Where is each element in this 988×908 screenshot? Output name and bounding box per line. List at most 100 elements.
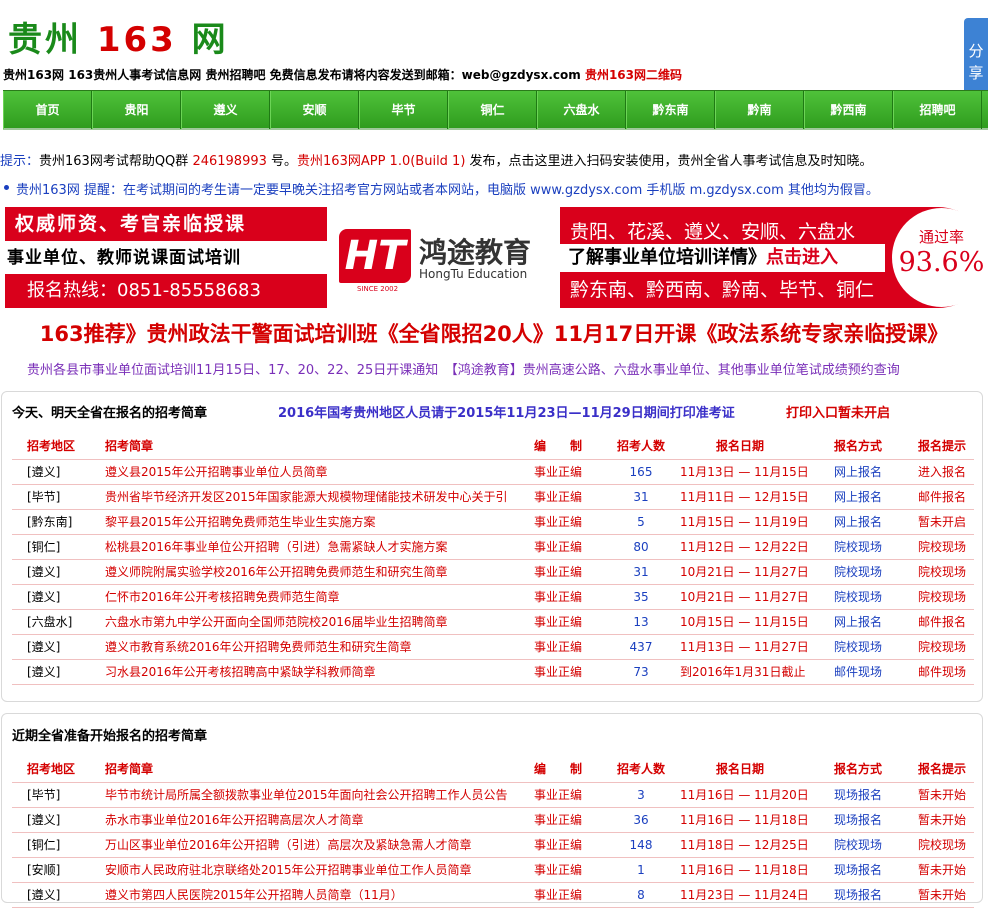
nav-item-zhaopinba[interactable]: 招聘吧 <box>893 91 982 129</box>
row-count: 13 <box>633 615 649 629</box>
row-title-link[interactable]: 安顺市人民政府驻北京联络处2015年公开招聘事业单位工作人员简章 <box>105 858 510 883</box>
tip-line: 提示：贵州163网考试帮助QQ群 246198993 号。贵州163网APP 1… <box>0 150 873 169</box>
row-date: 10月15日 — 11月15日 <box>680 615 809 629</box>
app-link[interactable]: 贵州163网APP 1.0(Build 1) <box>297 154 465 169</box>
row-tip-link[interactable]: 暂未开始 <box>918 783 966 808</box>
row-title-link[interactable]: 万山区事业单位2016年公开招聘（引进）高层次及紧缺急需人才简章 <box>105 833 510 858</box>
row-count: 165 <box>629 465 653 479</box>
qq-group-number[interactable]: 246198993 <box>192 154 266 169</box>
banner-right-line1: 贵阳、花溪、遵义、安顺、六盘水 <box>570 221 856 243</box>
row-count: 5 <box>637 515 645 529</box>
col-tip: 报名提示 <box>918 439 967 453</box>
subline-text: 贵州163网 163贵州人事考试信息网 贵州招聘吧 免费信息发布请将内容发送到邮… <box>3 68 581 82</box>
row-title-link[interactable]: 仁怀市2016年公开考核招聘免费师范生简章 <box>105 585 510 610</box>
row-title-link[interactable]: 贵州省毕节经济开发区2015年国家能源大规模物理储能技术研发中心关于引 <box>105 485 510 510</box>
row-title-link[interactable]: 遵义市第四人民医院2015年公开招聘人员简章（11月） <box>105 883 510 908</box>
brand-name-cn: 鸿途教育 <box>419 236 532 269</box>
col-num: 招考人数 <box>616 762 665 776</box>
banner-enter-link[interactable]: 点击进入 <box>766 247 838 268</box>
row-tip-link[interactable]: 院校现场 <box>918 833 966 858</box>
logo-number: 163 <box>96 20 177 60</box>
row-count: 31 <box>633 565 649 579</box>
nav-item-anshun[interactable]: 安顺 <box>270 91 359 129</box>
row-tip-link[interactable]: 院校现场 <box>918 535 966 560</box>
row-title-link[interactable]: 松桃县2016年事业单位公开招聘（引进）急需紧缺人才实施方案 <box>105 535 510 560</box>
row-type: 事业正编 <box>534 465 583 479</box>
row-tip-link[interactable]: 院校现场 <box>918 560 966 585</box>
nav-item-qianxinan[interactable]: 黔西南 <box>804 91 893 129</box>
row-method: 网上报名 <box>834 615 883 629</box>
table-row: [毕节] 毕节市统计局所属全额拨款事业单位2015年面向社会公开招聘工作人员公告 事… <box>12 783 974 808</box>
row-tip-link[interactable]: 暂未开始 <box>918 883 966 908</box>
brand-since: SINCE 2002 <box>357 285 399 293</box>
row-tip-link[interactable]: 邮件报名 <box>918 485 966 510</box>
row-area: [铜仁] <box>27 838 61 852</box>
row-tip-link[interactable]: 暂未开始 <box>918 808 966 833</box>
row-tip-link[interactable]: 暂未开始 <box>918 858 966 883</box>
qrcode-link[interactable]: 贵州163网二维码 <box>585 68 682 82</box>
banner-left: 权威师资、考官亲临授课 事业单位、教师说课面试培训 报名热线：0851-8555… <box>5 207 327 308</box>
table-row: [遵义] 习水县2016年公开考核招聘高中紧缺学科教师简章 事业正编 73 到2016年… <box>12 660 974 685</box>
row-method: 网上报名 <box>834 515 883 529</box>
row-title-link[interactable]: 毕节市统计局所属全额拨款事业单位2015年面向社会公开招聘工作人员公告 <box>105 783 510 808</box>
logo-tail: 网 <box>191 20 229 60</box>
nav-item-qiannan[interactable]: 黔南 <box>715 91 804 129</box>
row-tip-link[interactable]: 进入报名 <box>918 460 966 485</box>
row-title-link[interactable]: 遵义县2015年公开招聘事业单位人员简章 <box>105 460 510 485</box>
site-subline: 贵州163网 163贵州人事考试信息网 贵州招聘吧 免费信息发布请将内容发送到邮… <box>3 66 682 83</box>
col-num: 招考人数 <box>616 439 665 453</box>
col-title: 招考简章 <box>105 439 154 453</box>
nav-item-liupanshui[interactable]: 六盘水 <box>537 91 626 129</box>
row-area: [遵义] <box>27 665 61 679</box>
row-method: 院校现场 <box>834 838 883 852</box>
table-row: [毕节] 贵州省毕节经济开发区2015年国家能源大规模物理储能技术研发中心关于引 事… <box>12 485 974 510</box>
row-title-link[interactable]: 六盘水市第九中学公开面向全国师范院校2016届毕业生招聘简章 <box>105 610 510 635</box>
site-logo[interactable]: 贵州 163 网 <box>8 12 229 61</box>
row-tip-link[interactable]: 院校现场 <box>918 585 966 610</box>
row-tip-link[interactable]: 邮件报名 <box>918 610 966 635</box>
banner-hotline: 报名热线：0851-85558683 <box>5 274 327 308</box>
exam-ticket-notice[interactable]: 2016年国考贵州地区人员请于2015年11月23日—11月29日期间打印准考证 <box>278 402 735 421</box>
row-type: 事业正编 <box>534 640 583 654</box>
reminder-text: 贵州163网 提醒：在考试期间的考生请一定要早晚关注招考官方网站或者本网站，电脑… <box>16 183 879 198</box>
row-tip-link[interactable]: 邮件现场 <box>918 660 966 685</box>
print-entry-link[interactable]: 打印入口暂未开启 <box>786 402 890 421</box>
row-tip-link[interactable]: 院校现场 <box>918 635 966 660</box>
row-title-link[interactable]: 习水县2016年公开考核招聘高中紧缺学科教师简章 <box>105 660 510 685</box>
hongtu-logo-icon: HT <box>339 229 411 283</box>
row-area: [遵义] <box>27 565 61 579</box>
row-date: 11月11日 — 12月15日 <box>680 490 809 504</box>
ad-banner[interactable]: 权威师资、考官亲临授课 事业单位、教师说课面试培训 报名热线：0851-8555… <box>5 207 988 308</box>
nav-item-guiyang[interactable]: 贵阳 <box>92 91 181 129</box>
row-date: 11月13日 — 11月27日 <box>680 640 809 654</box>
brand-name-en: HongTu Education <box>419 267 528 281</box>
banner-left-line2: 事业单位、教师说课面试培训 <box>7 248 241 268</box>
nav-item-zunyi[interactable]: 遵义 <box>181 91 270 129</box>
nav-item-qiandongnan[interactable]: 黔东南 <box>626 91 715 129</box>
pass-rate-label: 通过率 <box>918 228 964 246</box>
col-area: 招考地区 <box>27 762 76 776</box>
nav-item-home[interactable]: 首页 <box>3 91 92 129</box>
nav-item-bijie[interactable]: 毕节 <box>359 91 448 129</box>
training-notice-link[interactable]: 贵州各县市事业单位面试培训11月15日、17、20、22、25日开课通知 【鸿途… <box>27 359 900 378</box>
reminder-line: 贵州163网 提醒：在考试期间的考生请一定要早晚关注招考官方网站或者本网站，电脑… <box>4 179 879 198</box>
row-method: 现场报名 <box>834 863 883 877</box>
table-row: [遵义] 遵义县2015年公开招聘事业单位人员简章 事业正编 165 11月13日 — … <box>12 460 974 485</box>
row-title-link[interactable]: 遵义市教育系统2016年公开招聘免费师范生和研究生简章 <box>105 635 510 660</box>
row-title-link[interactable]: 遵义师院附属实验学校2016年公开招聘免费师范生和研究生简章 <box>105 560 510 585</box>
logo-main: 贵州 <box>8 20 82 60</box>
nav-item-tongren[interactable]: 铜仁 <box>448 91 537 129</box>
current-recruitment-panel: 今天、明天全省在报名的招考简章 2016年国考贵州地区人员请于2015年11月2… <box>1 391 983 702</box>
tip-text-c: 发布，点击这里进入扫码安装使用，贵州全省人事考试信息及时知晓。 <box>465 154 873 169</box>
row-count: 31 <box>633 490 649 504</box>
row-type: 事业正编 <box>534 838 583 852</box>
row-count: 73 <box>633 665 649 679</box>
row-area: [遵义] <box>27 813 61 827</box>
row-tip-link[interactable]: 暂未开启 <box>918 510 966 535</box>
row-count: 3 <box>637 788 645 802</box>
row-area: [遵义] <box>27 465 61 479</box>
row-count: 148 <box>629 838 653 852</box>
row-title-link[interactable]: 赤水市事业单位2016年公开招聘高层次人才简章 <box>105 808 510 833</box>
row-title-link[interactable]: 黎平县2015年公开招聘免费师范生毕业生实施方案 <box>105 510 510 535</box>
headline-link[interactable]: 163推荐》贵州政法干警面试培训班《全省限招20人》11月17日开课《政法系统专… <box>0 318 988 348</box>
